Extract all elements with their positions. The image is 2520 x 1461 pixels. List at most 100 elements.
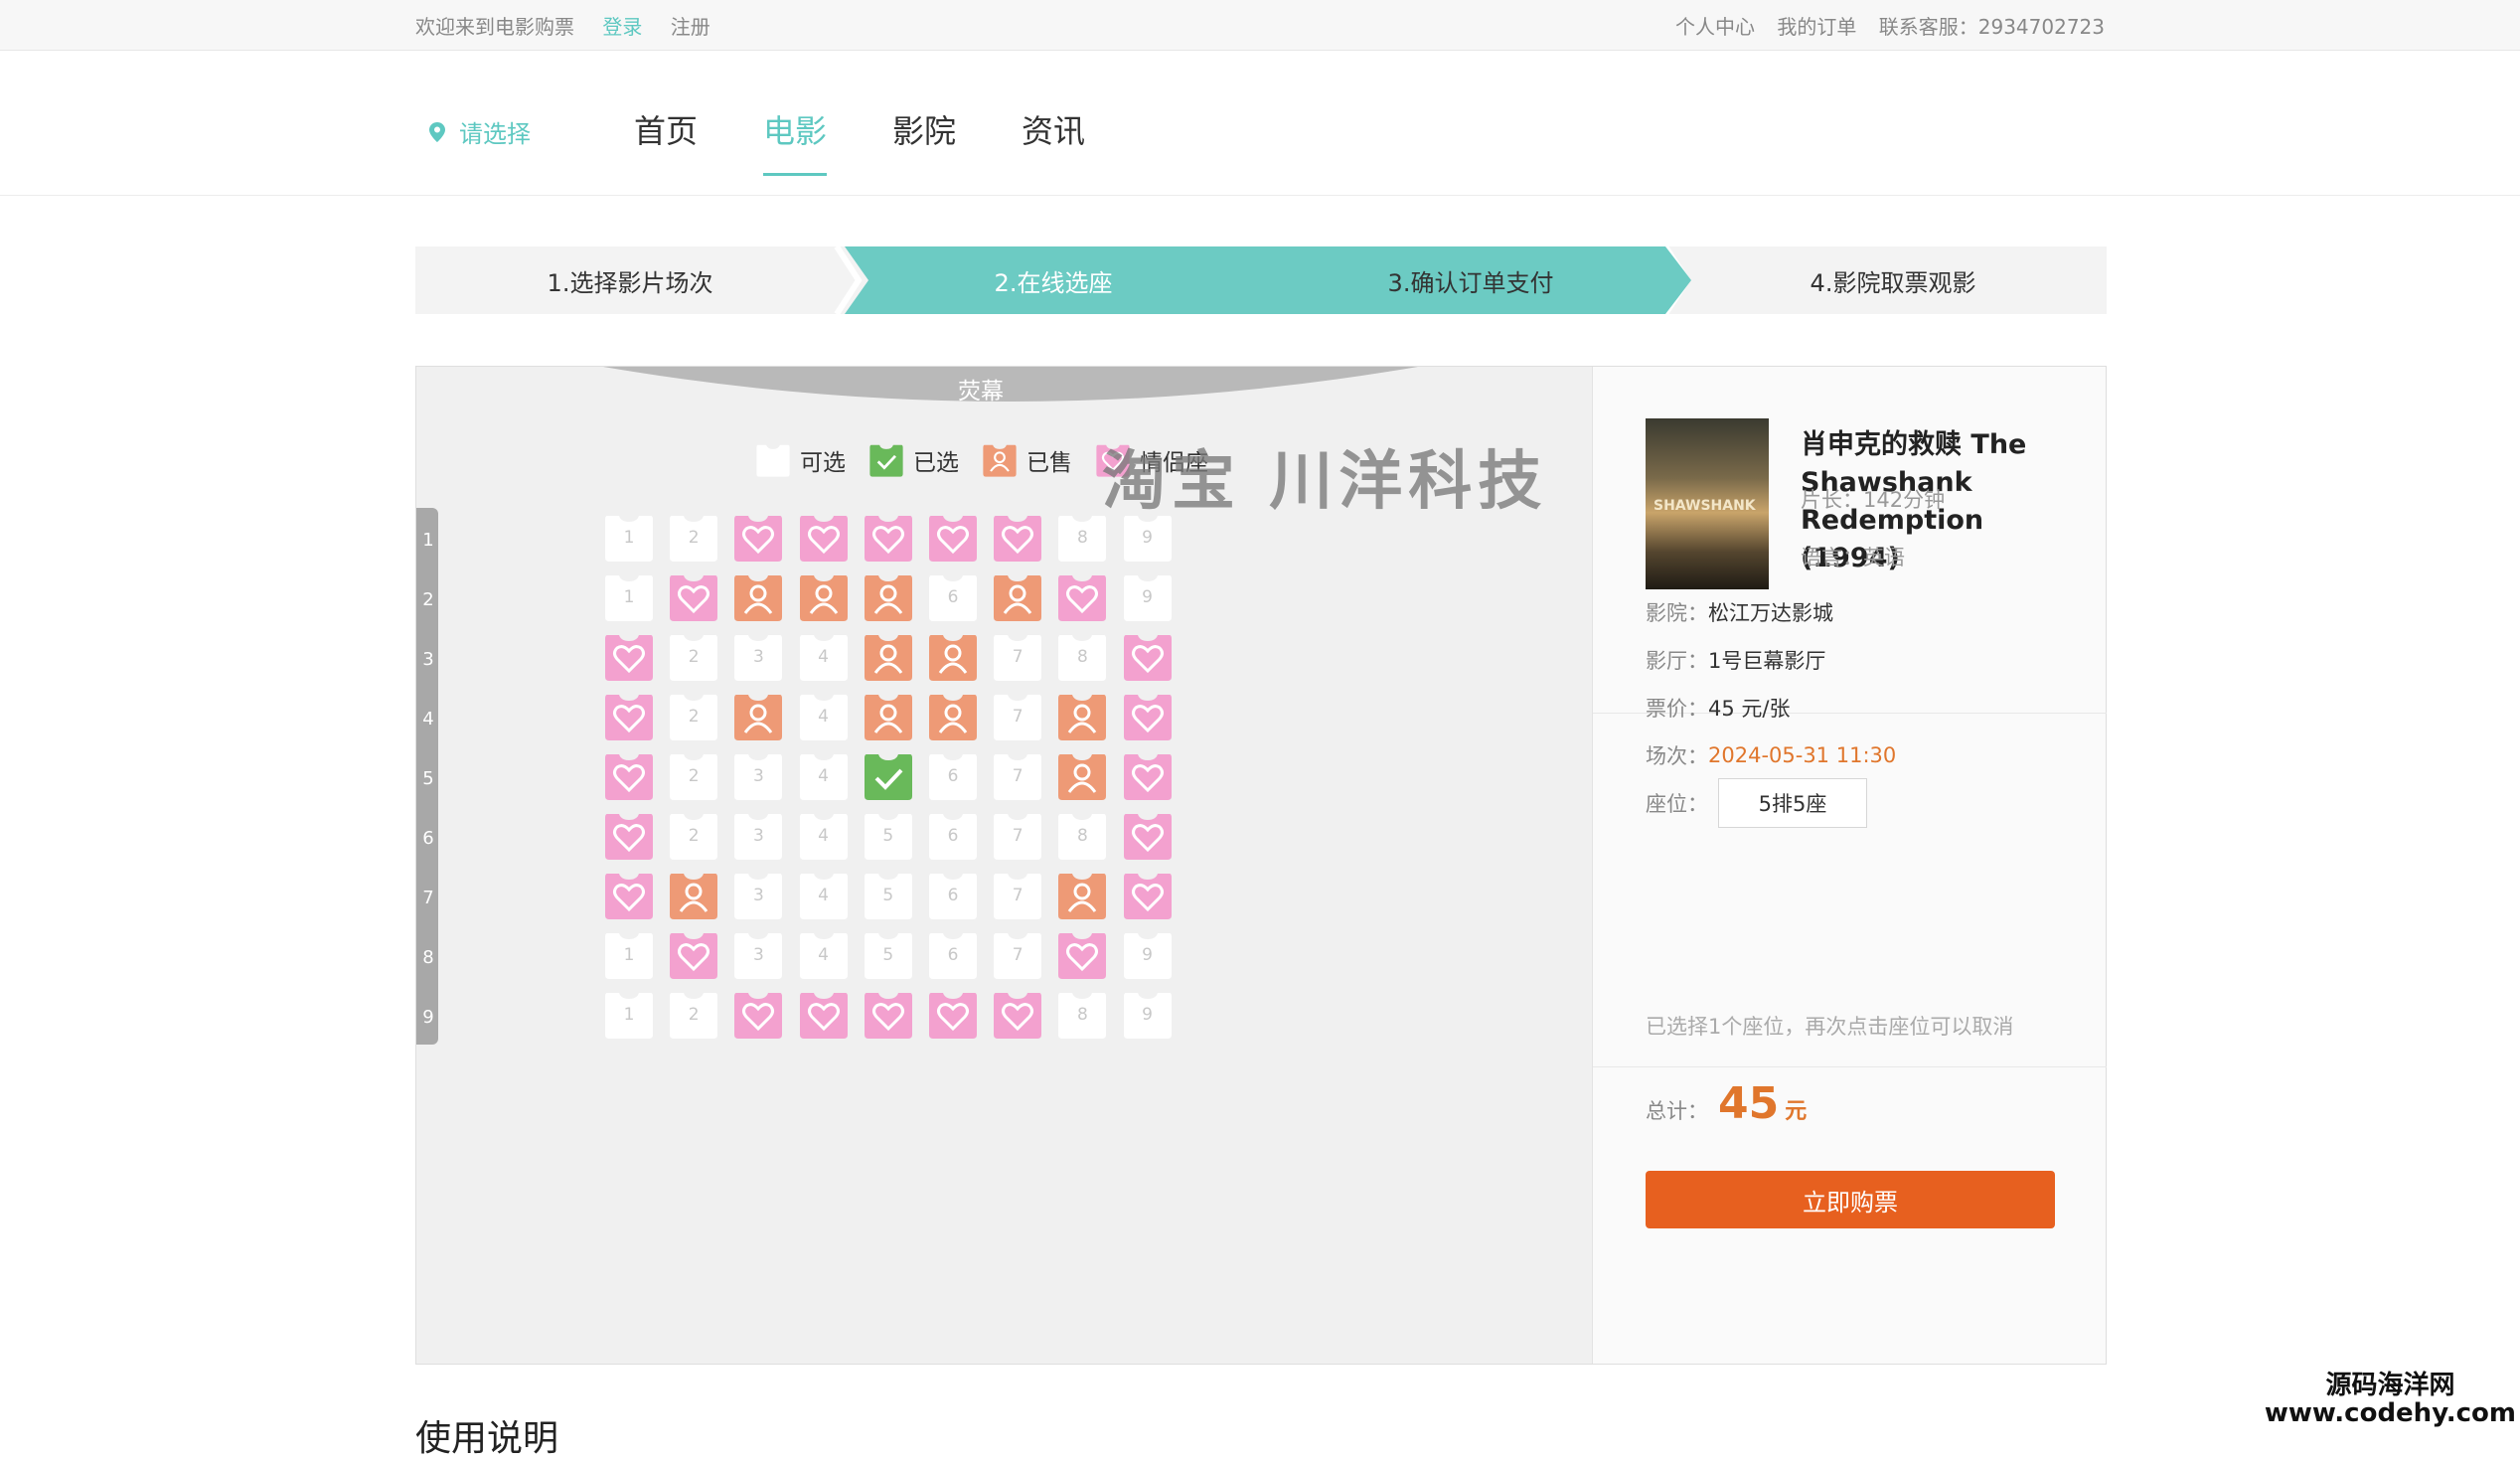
seat-available[interactable]: 9: [1122, 989, 1174, 1041]
seat-available[interactable]: 6: [927, 929, 979, 981]
seat-sold: [1056, 870, 1108, 921]
seat-available[interactable]: 7: [992, 929, 1043, 981]
buy-now-button[interactable]: 立即购票: [1646, 1171, 2055, 1228]
seat-available[interactable]: 7: [992, 631, 1043, 683]
nav-home[interactable]: 首页: [634, 106, 698, 166]
seat-number: 8: [1076, 826, 1088, 846]
movie-poster: SHAWSHANK: [1646, 418, 1769, 589]
seat-available[interactable]: 3: [732, 870, 784, 921]
selected-seat-ticket[interactable]: 5排5座: [1718, 778, 1867, 828]
step-2: 2.在线选座: [994, 268, 1113, 297]
seat-selected[interactable]: [863, 750, 914, 802]
seat-number: 1: [623, 945, 635, 965]
seat-couple: [603, 631, 655, 683]
seat-available[interactable]: 6: [927, 571, 979, 623]
seat-number: 2: [688, 826, 700, 846]
seat-number: 7: [1012, 647, 1024, 667]
seat-number: 4: [818, 707, 829, 727]
login-link[interactable]: 登录: [602, 15, 642, 39]
seat-number: 5: [882, 945, 894, 965]
seat-available[interactable]: 4: [798, 750, 850, 802]
seat-available[interactable]: 7: [992, 691, 1043, 742]
seat-couple: [798, 989, 850, 1041]
seat-selection-panel: 荧幕 可选 已选 已售 情侣座 1 2 3 4 5 6 7 8 9 1 2 8 …: [415, 366, 2107, 1365]
seat-available[interactable]: 8: [1056, 810, 1108, 862]
seat-available[interactable]: 1: [603, 571, 655, 623]
seat-couple: [668, 571, 719, 623]
service-contact: 联系客服：2934702723: [1878, 15, 2105, 39]
seat-available[interactable]: 1: [603, 929, 655, 981]
seat-number: 8: [1076, 647, 1088, 667]
seat-available[interactable]: 2: [668, 750, 719, 802]
seat-number: 2: [688, 647, 700, 667]
seat-available[interactable]: 1: [603, 512, 655, 564]
seat-number: 9: [1142, 528, 1153, 548]
seat-available[interactable]: 4: [798, 929, 850, 981]
seat-available[interactable]: 4: [798, 691, 850, 742]
seat-available[interactable]: 2: [668, 631, 719, 683]
seat-available[interactable]: 2: [668, 512, 719, 564]
user-center-link[interactable]: 个人中心: [1675, 15, 1755, 39]
nav-movies[interactable]: 电影: [763, 106, 828, 176]
seat-sold: [732, 571, 784, 623]
seat-sold: [1056, 691, 1108, 742]
seat-number: 9: [1142, 1005, 1153, 1025]
seat-available[interactable]: 3: [732, 810, 784, 862]
seat-available[interactable]: 3: [732, 929, 784, 981]
session-row: 场次： 2024-05-31 11:30: [1646, 743, 1897, 768]
nav-news[interactable]: 资讯: [1022, 106, 1085, 166]
seat-available[interactable]: 6: [927, 870, 979, 921]
total-unit: 元: [1785, 1099, 1808, 1124]
seat-available[interactable]: 5: [863, 929, 914, 981]
seat-number: 2: [688, 528, 700, 548]
seat-couple: [1122, 691, 1174, 742]
seat-available[interactable]: 4: [798, 810, 850, 862]
seat-available[interactable]: 2: [668, 810, 719, 862]
seat-available[interactable]: 8: [1056, 989, 1108, 1041]
seat-number: 1: [623, 528, 635, 548]
seat-available[interactable]: 2: [668, 691, 719, 742]
seat-available[interactable]: 7: [992, 750, 1043, 802]
seat-row: 座位： 5排5座: [1646, 778, 1867, 828]
register-link[interactable]: 注册: [671, 15, 710, 39]
seat-couple: [863, 989, 914, 1041]
seat-couple: [798, 512, 850, 564]
seat-available[interactable]: 8: [1056, 512, 1108, 564]
seat-available[interactable]: 9: [1122, 571, 1174, 623]
main-nav: 首页 电影 影院 资讯: [634, 106, 1151, 176]
seat-available[interactable]: 3: [732, 750, 784, 802]
seat-sold: [927, 631, 979, 683]
seat-available[interactable]: 7: [992, 870, 1043, 921]
nav-cinemas[interactable]: 影院: [892, 106, 956, 166]
seat-sold: [798, 571, 850, 623]
seat-available[interactable]: 1: [603, 989, 655, 1041]
seat-number: 7: [1012, 826, 1024, 846]
seat-number: 7: [1012, 886, 1024, 905]
seat-number: 6: [947, 886, 959, 905]
seat-available[interactable]: 4: [798, 631, 850, 683]
seat-available[interactable]: 3: [732, 631, 784, 683]
my-orders-link[interactable]: 我的订单: [1777, 15, 1856, 39]
seat-sold: [863, 631, 914, 683]
seat-available[interactable]: 4: [798, 870, 850, 921]
seat-available[interactable]: 6: [927, 750, 979, 802]
seat-available[interactable]: 6: [927, 810, 979, 862]
seat-available[interactable]: 8: [1056, 631, 1108, 683]
movie-duration: 片长：142分钟: [1801, 488, 1946, 512]
seat-couple: [603, 750, 655, 802]
seat-couple: [603, 691, 655, 742]
seat-sold: [732, 691, 784, 742]
seat-available[interactable]: 5: [863, 810, 914, 862]
seat-available[interactable]: 9: [1122, 929, 1174, 981]
seat-available[interactable]: 5: [863, 870, 914, 921]
seat-hint: 已选择1个座位，再次点击座位可以取消: [1646, 1015, 2014, 1039]
seat-number: 6: [947, 587, 959, 607]
seat-sold: [1056, 750, 1108, 802]
location-pin-icon: [429, 121, 445, 142]
seat-number: 5: [882, 886, 894, 905]
seat-number: 6: [947, 766, 959, 786]
cinema-hall: 荧幕 可选 已选 已售 情侣座 1 2 3 4 5 6 7 8 9 1 2 8 …: [416, 367, 1592, 1364]
city-selector[interactable]: 请选择: [429, 114, 531, 149]
seat-available[interactable]: 7: [992, 810, 1043, 862]
seat-available[interactable]: 2: [668, 989, 719, 1041]
